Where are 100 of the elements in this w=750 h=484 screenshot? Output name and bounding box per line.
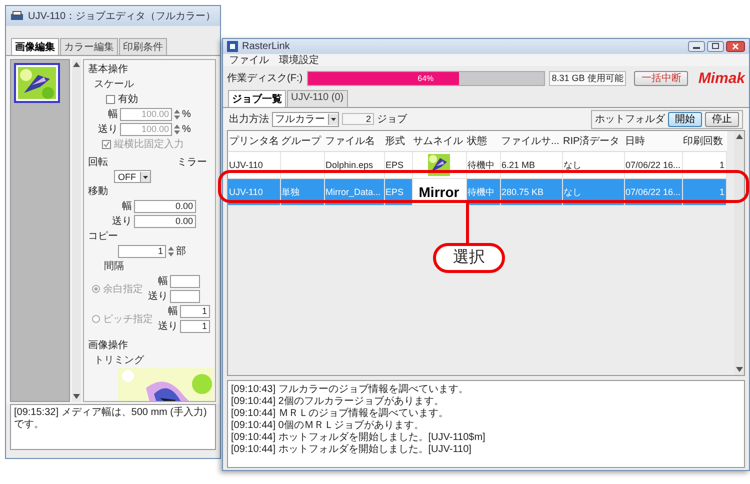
field-label: 幅	[107, 108, 118, 121]
disk-label: 作業ディスク(F:)	[227, 72, 303, 85]
log-line: [09:10:44] 0個のＭＲＬジョブがあります。	[231, 420, 425, 432]
spinner-icon[interactable]	[174, 108, 180, 120]
unit-label: %	[182, 124, 191, 134]
menu-item[interactable]: ファイル	[229, 53, 269, 67]
section-heading: 基本操作	[88, 62, 129, 76]
maximize-button[interactable]	[707, 41, 724, 52]
column-header[interactable]: 印刷回数	[682, 131, 726, 152]
group-label: ミラー	[177, 156, 207, 169]
scroll-down-icon[interactable]	[736, 367, 742, 372]
window-title: RasterLink	[242, 41, 290, 52]
dropdown-arrow-icon[interactable]	[140, 172, 150, 182]
leader-line	[466, 203, 469, 243]
column-header[interactable]: RIP済データ	[562, 131, 624, 152]
field-label: 幅	[167, 305, 178, 318]
table-cell: UJV-110	[229, 160, 263, 170]
table-cell: なし	[564, 186, 582, 196]
table-cell: Mirror_Data...	[326, 187, 381, 197]
free-space-label: 8.31 GB 使用可能	[548, 70, 626, 86]
window-title: UJV-110：ジョブエディタ（フルカラー）	[28, 10, 216, 23]
hot-folder-button[interactable]: 開始	[668, 112, 702, 126]
output-dropdown[interactable]: フルカラー	[272, 112, 339, 126]
close-button[interactable]	[726, 41, 745, 52]
hot-folder-label: ホットフォルダ	[595, 113, 665, 126]
spinner-icon[interactable]	[168, 246, 174, 256]
column-header[interactable]: 日時	[624, 131, 682, 152]
table-cell: UJV-110	[229, 187, 263, 197]
number-field[interactable]	[170, 290, 200, 302]
table-cell: 280.75 KB	[502, 187, 544, 197]
number-field[interactable]	[170, 274, 200, 288]
table-cell: EPS	[386, 160, 404, 170]
table-cell: 1	[719, 160, 724, 170]
unit-label: %	[182, 108, 191, 120]
field-label: 送り	[111, 215, 132, 228]
log-line: [09:10:43] フルカラーのジョブ情報を調べています。	[231, 384, 470, 396]
tab[interactable]: 画像編集	[11, 38, 59, 55]
field-label: 幅	[157, 275, 168, 288]
job-row[interactable]: UJV-110 単独 Mirror_Data... EPS Mirror 待機中 280.75 KB なし 07/06/22 16... 1	[228, 178, 726, 206]
rotation-dropdown[interactable]: OFF	[114, 170, 151, 183]
dropdown-arrow-icon[interactable]	[328, 114, 338, 124]
tab[interactable]: カラー編集	[60, 38, 118, 55]
radio-label: 余白指定	[103, 282, 143, 296]
app-icon	[227, 41, 238, 52]
hot-folder-button[interactable]: 停止	[705, 112, 739, 126]
tab[interactable]: UJV-110 (0)	[287, 90, 348, 107]
tab[interactable]: ジョブ一覧	[228, 90, 286, 107]
field-label: 送り	[147, 290, 168, 303]
checkbox[interactable]	[102, 140, 111, 148]
column-header[interactable]: 形式	[384, 131, 412, 152]
column-header[interactable]: プリンタ名	[228, 131, 280, 152]
group-label: コピー	[88, 230, 119, 243]
stop-all-button[interactable]: 一括中断	[634, 70, 688, 86]
table-cell: 07/06/22 16...	[626, 187, 681, 197]
table-cell: 1	[719, 187, 724, 197]
spinner-icon[interactable]	[174, 124, 180, 134]
table-cell: 単独	[282, 186, 300, 196]
log-line: [09:15:32] メディア幅は、500 mm (手入力) です。	[14, 407, 208, 431]
printer-icon	[10, 10, 24, 22]
column-header[interactable]: グループ	[280, 131, 324, 152]
menu-item[interactable]: 環境設定	[279, 53, 319, 67]
minimize-button[interactable]	[688, 41, 705, 52]
section-heading: 画像操作	[88, 339, 129, 352]
checkbox-label: 縦横比固定入力	[114, 138, 184, 151]
group-label: 間隔	[103, 260, 125, 273]
output-label: 出力方法	[229, 112, 269, 126]
field-label: 送り	[97, 123, 118, 136]
checkbox-label: 有効	[118, 92, 138, 106]
unit-label: ジョブ	[377, 112, 407, 126]
group-label: スケール	[93, 78, 135, 91]
field-label: 幅	[121, 200, 132, 213]
table-cell: 07/06/22 16...	[626, 160, 681, 170]
group-label: トリミング	[93, 354, 145, 367]
table-cell: 6.21 MB	[502, 160, 536, 170]
column-header[interactable]: ファイルサ...	[500, 131, 562, 152]
thumbnail-text: Mirror	[418, 184, 460, 200]
radio-label: ピッチ指定	[103, 312, 153, 326]
percent-label: 64%	[416, 72, 435, 84]
unit-label: 部	[176, 244, 186, 258]
log-line: [09:10:44] 2個のフルカラージョブがあります。	[231, 396, 445, 408]
group-label: 移動	[88, 185, 109, 198]
table-cell: 待機中	[468, 186, 494, 196]
log-line: [09:10:44] ホットフォルダを開始しました。[UJV-110$m]	[231, 432, 486, 444]
scroll-up-icon[interactable]	[736, 134, 742, 139]
table-cell: Dolphin.eps	[326, 160, 374, 170]
log-line: [09:10:44] ホットフォルダを開始しました。[UJV-110]	[231, 444, 472, 456]
checkbox[interactable]	[106, 94, 115, 104]
logo: Mimak	[698, 70, 745, 86]
number-field[interactable]: 0.00	[134, 200, 196, 212]
group-label: 回転	[88, 156, 108, 169]
column-header[interactable]: ファイル名	[324, 131, 384, 152]
table-cell: EPS	[386, 187, 404, 197]
scroll-up-icon[interactable]	[73, 62, 80, 67]
job-count-field: 2	[342, 113, 374, 125]
log-line: [09:10:44] ＭＲＬのジョブ情報を調べています。	[231, 408, 450, 420]
column-header[interactable]: サムネイル	[412, 131, 466, 152]
scroll-down-icon[interactable]	[73, 394, 80, 399]
number-field[interactable]: 0.00	[134, 214, 196, 228]
column-header[interactable]: 状態	[466, 131, 500, 152]
tab[interactable]: 印刷条件	[119, 38, 167, 55]
